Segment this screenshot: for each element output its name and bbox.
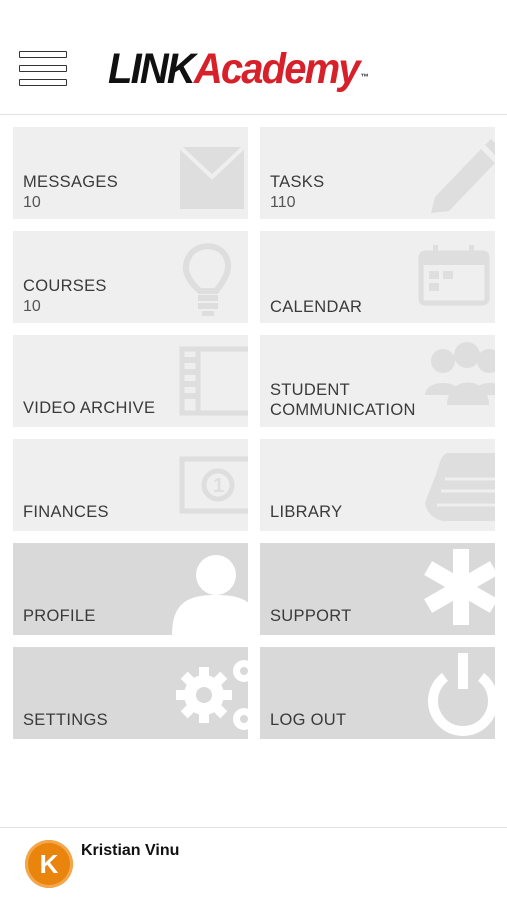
tile-video-archive[interactable]: VIDEO ARCHIVE (13, 335, 248, 427)
pencil-icon (415, 127, 495, 219)
people-icon (415, 335, 495, 427)
logo-part-link: LINK (108, 45, 196, 93)
avatar[interactable]: K (25, 840, 73, 888)
power-icon (415, 647, 495, 739)
asterisk-icon (415, 543, 495, 635)
envelope-icon (168, 127, 248, 219)
link-academy-logo: LINKAcademy ™ (108, 45, 369, 93)
lightbulb-icon (168, 231, 248, 323)
tile-label: COURSES (23, 277, 107, 295)
tile-count: 10 (23, 298, 41, 315)
calendar-icon (415, 231, 495, 323)
tile-label: PROFILE (23, 607, 96, 625)
tile-finances[interactable]: 1 FINANCES (13, 439, 248, 531)
tile-label: MESSAGES (23, 173, 119, 191)
tile-calendar[interactable]: CALENDAR (260, 231, 495, 323)
tile-label: VIDEO ARCHIVE (23, 399, 156, 417)
user-footer: K Kristian Vinu (0, 827, 507, 901)
user-icon (168, 543, 248, 635)
film-icon (168, 335, 248, 427)
user-name[interactable]: Kristian Vinu (81, 842, 179, 860)
tile-label: FINANCES (23, 503, 109, 521)
tile-messages[interactable]: MESSAGES 10 (13, 127, 248, 219)
tile-courses[interactable]: COURSES 10 (13, 231, 248, 323)
book-icon (415, 439, 495, 531)
tile-label: SUPPORT (270, 607, 352, 625)
hamburger-menu-icon[interactable] (19, 51, 67, 87)
tile-count: 110 (270, 194, 296, 211)
banknote-icon: 1 (168, 439, 248, 531)
tile-support[interactable]: SUPPORT (260, 543, 495, 635)
tile-label: TASKS (270, 173, 325, 191)
tile-profile[interactable]: PROFILE (13, 543, 248, 635)
tile-label: LOG OUT (270, 711, 347, 729)
gears-icon (168, 647, 248, 739)
tile-count: 10 (23, 194, 41, 211)
avatar-initial: K (39, 849, 59, 879)
logo-part-academy: Academy (193, 45, 361, 93)
tile-student-communication[interactable]: STUDENT COMMUNICATION (260, 335, 495, 427)
tile-log-out[interactable]: LOG OUT (260, 647, 495, 739)
app-header: LINKAcademy ™ (0, 0, 507, 115)
tile-tasks[interactable]: TASKS 110 (260, 127, 495, 219)
tile-label: STUDENT COMMUNICATION (270, 381, 416, 419)
logo-trademark: ™ (360, 72, 369, 82)
tile-label: CALENDAR (270, 298, 363, 316)
tile-label: LIBRARY (270, 503, 343, 521)
tile-label: SETTINGS (23, 711, 108, 729)
svg-text:1: 1 (213, 475, 224, 497)
tile-settings[interactable]: SETTINGS (13, 647, 248, 739)
tile-library[interactable]: LIBRARY (260, 439, 495, 531)
